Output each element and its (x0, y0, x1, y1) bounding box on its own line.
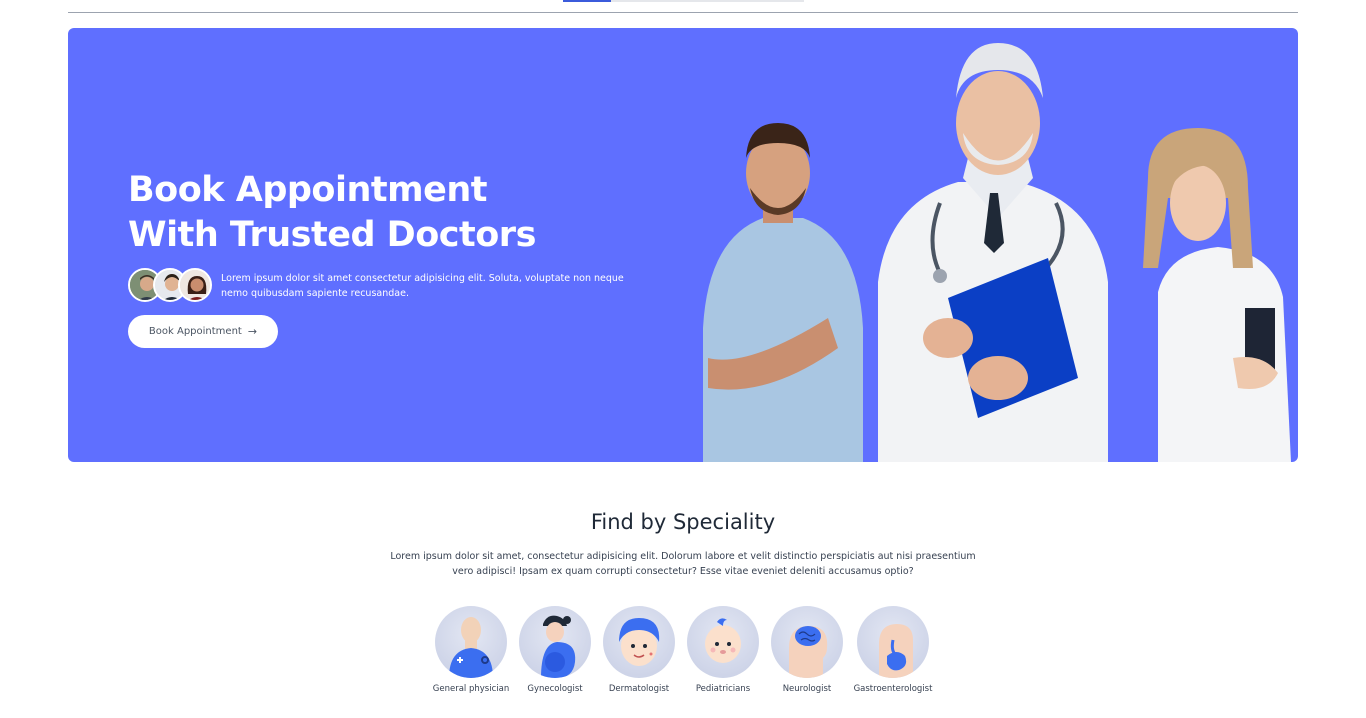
doctor-left (703, 123, 863, 462)
speciality-item-neurologist[interactable]: Neurologist (762, 606, 852, 694)
hero-info: Lorem ipsum dolor sit amet consectetur a… (128, 268, 641, 304)
neurologist-icon (771, 606, 843, 678)
hero-banner: Book Appointment With Trusted Doctors Lo… (68, 28, 1298, 462)
doctors-image (703, 43, 1291, 462)
pediatrician-icon (687, 606, 759, 678)
book-appointment-label: Book Appointment (148, 326, 242, 337)
dermatologist-icon (603, 606, 675, 678)
speciality-title: Find by Speciality (590, 510, 776, 534)
hero-title-line1: Book Appointment (128, 170, 487, 210)
avatar-group (128, 268, 221, 304)
top-divider (68, 12, 1298, 13)
book-appointment-button[interactable]: Book Appointment → (128, 315, 278, 348)
speciality-description: Lorem ipsum dolor sit amet, consectetur … (390, 551, 976, 577)
avatar (178, 268, 212, 302)
doctor-center (878, 43, 1108, 462)
general-physician-icon (435, 606, 507, 678)
speciality-label: Gynecologist (527, 684, 583, 694)
nav-indicator-track (611, 0, 804, 2)
speciality-label: Neurologist (782, 684, 832, 694)
speciality-label: Pediatricians (695, 684, 751, 694)
speciality-item-dermatologist[interactable]: Dermatologist (594, 606, 684, 694)
nav-active-indicator (563, 0, 611, 2)
doctor-right (1143, 128, 1291, 462)
speciality-item-gynecologist[interactable]: Gynecologist (510, 606, 600, 694)
speciality-label: Dermatologist (608, 684, 670, 694)
speciality-item-pediatricians[interactable]: Pediatricians (678, 606, 768, 694)
arrow-right-icon: → (247, 325, 258, 338)
gastroenterologist-icon (857, 606, 929, 678)
speciality-label: Gastroenterologist (853, 684, 933, 694)
gynecologist-icon (519, 606, 591, 678)
hero-title-line2: With Trusted Doctors (128, 215, 536, 255)
hero-description: Lorem ipsum dolor sit amet consectetur a… (221, 273, 624, 299)
speciality-item-gastroenterologist[interactable]: Gastroenterologist (848, 606, 938, 694)
speciality-item-general-physician[interactable]: General physician (426, 606, 516, 694)
speciality-label: General physician (432, 684, 510, 694)
speciality-list: General physician Gynecologist Dermatolo… (0, 606, 1366, 706)
hero-title: Book Appointment With Trusted Doctors (128, 168, 536, 258)
